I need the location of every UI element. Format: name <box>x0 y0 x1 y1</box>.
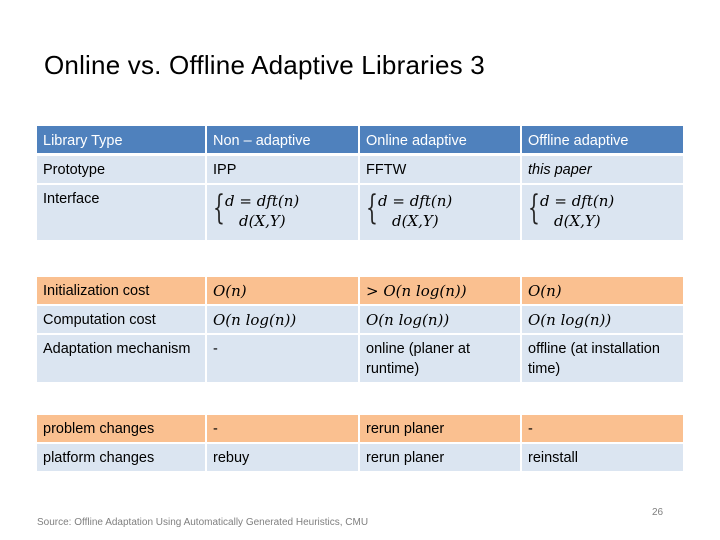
formula-line: d = dft(n) <box>540 192 615 210</box>
brace-icon: { <box>213 188 225 228</box>
table-cell: > O(n log(n)) <box>360 277 520 304</box>
table-cell: this paper <box>522 156 683 183</box>
row-label: Initialization cost <box>37 277 205 304</box>
header-cell: Offline adaptive <box>522 126 683 153</box>
row-label: Adaptation mechanism <box>37 335 205 382</box>
header-cell: Online adaptive <box>360 126 520 153</box>
formula-line: d = dft(n) <box>225 192 300 210</box>
table-cell: FFTW <box>360 156 520 183</box>
table-cell: IPP <box>207 156 358 183</box>
table-cell: rerun planer <box>360 415 520 442</box>
table-cell: O(n log(n)) <box>360 306 520 333</box>
table-cell: - <box>207 335 358 382</box>
row-label: Prototype <box>37 156 205 183</box>
source-citation: Source: Offline Adaptation Using Automat… <box>37 517 369 528</box>
table-cell: rerun planer <box>360 444 520 471</box>
table-cell: - <box>522 415 683 442</box>
table-cell: - <box>207 415 358 442</box>
row-label: problem changes <box>37 415 205 442</box>
table-cell: O(n log(n)) <box>207 306 358 333</box>
table-cell: O(n log(n)) <box>522 306 683 333</box>
row-label: platform changes <box>37 444 205 471</box>
formula-line: d(X,Y) <box>392 212 439 230</box>
table-row-platform-changes: platform changes rebuy rerun planer rein… <box>37 444 683 471</box>
table-cell: offline (at installation time) <box>522 335 683 382</box>
formula-line: d = dft(n) <box>378 192 453 210</box>
table-row-computation-cost: Computation cost O(n log(n)) O(n log(n))… <box>37 306 683 333</box>
table-row-prototype: Prototype IPP FFTW this paper <box>37 156 683 183</box>
interface-formula: { d = dft(n) d(X,Y) <box>522 185 683 240</box>
table-row-problem-changes: problem changes - rerun planer - <box>37 415 683 442</box>
header-cell: Non – adaptive <box>207 126 358 153</box>
brace-icon: { <box>528 188 540 228</box>
interface-formula: { d = dft(n) d(X,Y) <box>207 185 358 240</box>
interface-formula: { d = dft(n) d(X,Y) <box>360 185 520 240</box>
table-cell: online (planer at runtime) <box>360 335 520 382</box>
header-cell: Library Type <box>37 126 205 153</box>
formula-line: d(X,Y) <box>239 212 286 230</box>
table-row-interface: Interface { d = dft(n) d(X,Y) { d = dft(… <box>37 185 683 240</box>
row-label: Computation cost <box>37 306 205 333</box>
table-row-adaptation-mechanism: Adaptation mechanism - online (planer at… <box>37 335 683 382</box>
slide-title: Online vs. Offline Adaptive Libraries 3 <box>44 50 485 80</box>
row-label: Interface <box>37 185 205 240</box>
table-row-initialization-cost: Initialization cost O(n) > O(n log(n)) O… <box>37 277 683 304</box>
table-cell: O(n) <box>207 277 358 304</box>
table-cell: O(n) <box>522 277 683 304</box>
table-cell: reinstall <box>522 444 683 471</box>
page-number: 26 <box>652 507 664 518</box>
table-header-row: Library Type Non – adaptive Online adapt… <box>37 126 683 153</box>
table-cell: rebuy <box>207 444 358 471</box>
brace-icon: { <box>366 188 378 228</box>
formula-line: d(X,Y) <box>554 212 601 230</box>
